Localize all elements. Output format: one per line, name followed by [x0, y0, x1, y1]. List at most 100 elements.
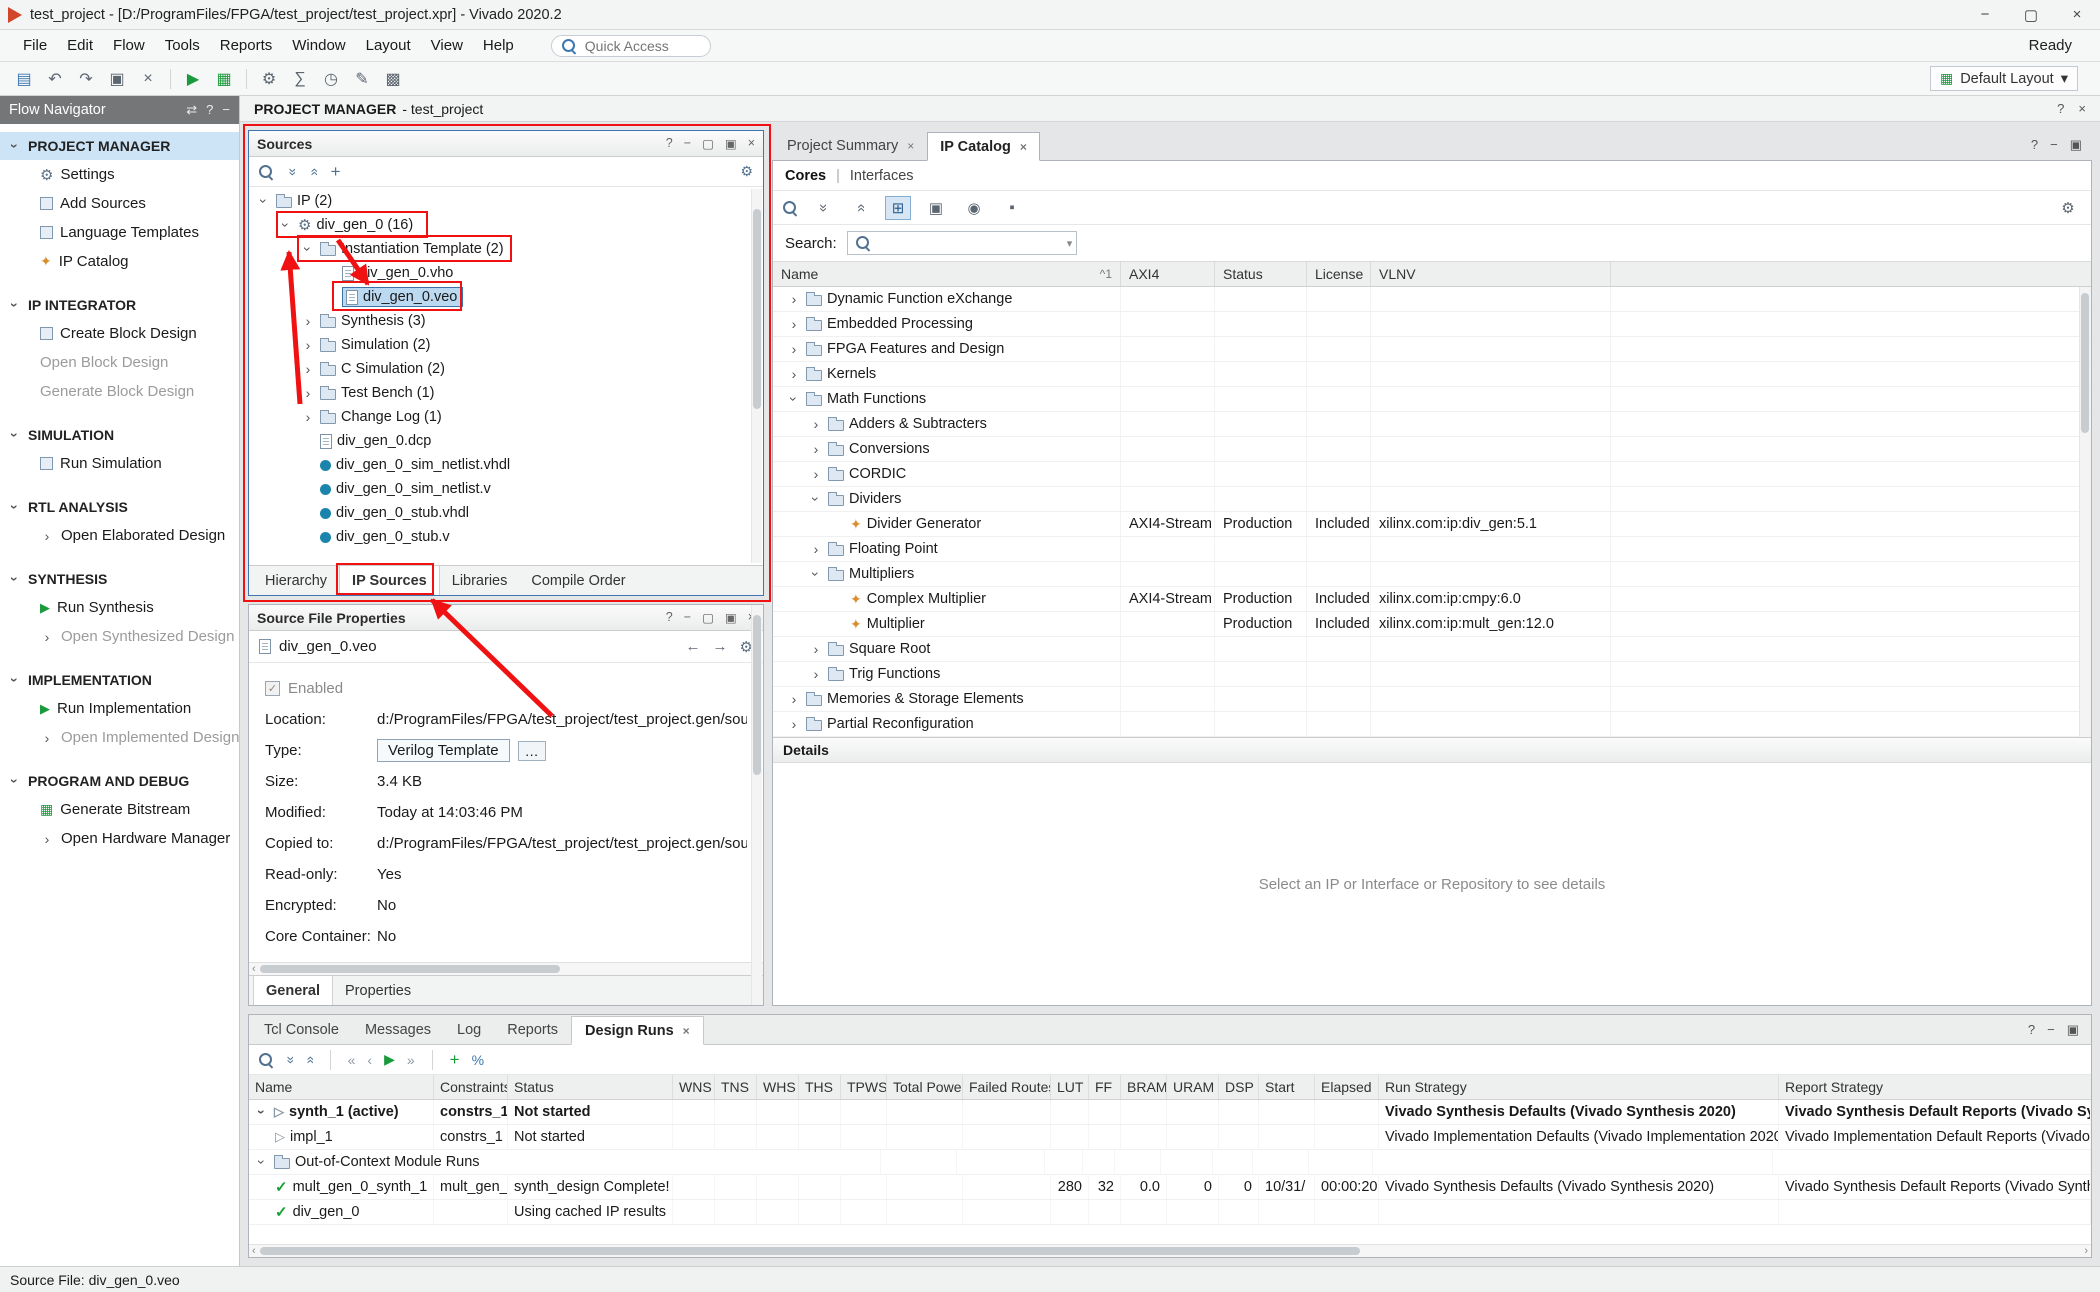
column-header-vlnv[interactable]: VLNV [1371, 262, 1611, 286]
collapse-all-icon[interactable]: « [810, 195, 834, 221]
sum-icon[interactable]: ∑ [286, 66, 314, 92]
sidebar-item-open-synthesized-design[interactable]: › Open Synthesized Design [0, 622, 239, 651]
sidebar-item-open-hardware-manager[interactable]: › Open Hardware Manager [0, 824, 239, 853]
search-icon[interactable] [259, 1053, 273, 1067]
chevron-down-icon[interactable]: › [7, 298, 23, 312]
pattern-icon[interactable]: ▩ [379, 66, 407, 92]
horizontal-scrollbar[interactable]: ‹ › [249, 962, 763, 975]
help-icon[interactable]: ? [2031, 137, 2038, 153]
menu-item-window[interactable]: Window [283, 33, 354, 58]
gear-icon[interactable]: ⚙ [740, 163, 753, 180]
ip-row-kernels[interactable]: ›Kernels [773, 362, 2091, 387]
chevron-down-icon[interactable]: › [786, 392, 802, 406]
search-icon[interactable] [259, 165, 273, 179]
chevron-down-icon[interactable]: › [7, 139, 23, 153]
sidebar-section-simulation[interactable]: › SIMULATION [0, 421, 239, 449]
design-run-row-synth-1[interactable]: ›▷synth_1 (active) constrs_1 Not started… [249, 1100, 2091, 1125]
horizontal-scrollbar[interactable]: ‹ › [249, 1244, 2091, 1257]
tree-item-change-log[interactable]: › Change Log (1) [249, 405, 763, 429]
chevron-right-icon[interactable]: › [787, 291, 801, 307]
run-icon[interactable]: ▶ [384, 1051, 395, 1068]
close-icon[interactable]: × [748, 136, 755, 151]
scrollbar-thumb[interactable] [2081, 293, 2089, 433]
column-header-whs[interactable]: WHS [757, 1075, 799, 1099]
quick-access-box[interactable] [551, 35, 711, 57]
ip-row-conversions[interactable]: ›Conversions [773, 437, 2091, 462]
column-header-tpws[interactable]: TPWS [841, 1075, 887, 1099]
ip-row-complex-multiplier[interactable]: ✦Complex Multiplier AXI4-Stream Producti… [773, 587, 2091, 612]
column-header-uram[interactable]: URAM [1167, 1075, 1219, 1099]
tree-item-div-gen-0-dcp[interactable]: div_gen_0.dcp [249, 429, 763, 453]
column-header-constraints[interactable]: Constraints [434, 1075, 508, 1099]
collapse-all-icon[interactable]: « [283, 168, 299, 176]
tab-log[interactable]: Log [444, 1015, 494, 1044]
menu-item-tools[interactable]: Tools [156, 33, 209, 58]
ip-row-memories-storage[interactable]: ›Memories & Storage Elements [773, 687, 2091, 712]
scroll-left-icon[interactable]: ‹ [252, 1246, 256, 1257]
chevron-right-icon[interactable]: › [809, 541, 823, 557]
sidebar-item-settings[interactable]: ⚙ Settings [0, 160, 239, 189]
vertical-scrollbar[interactable] [2079, 287, 2090, 737]
step-back-icon[interactable]: « [348, 1052, 356, 1068]
settings-gear-icon[interactable]: ⚙ [255, 66, 283, 92]
ip-row-cordic[interactable]: ›CORDIC [773, 462, 2091, 487]
tab-messages[interactable]: Messages [352, 1015, 444, 1044]
selected-file[interactable]: div_gen_0.veo [342, 287, 463, 307]
sidebar-item-generate-block-design[interactable]: Generate Block Design [0, 377, 239, 406]
subtab-interfaces[interactable]: Interfaces [850, 168, 914, 184]
back-icon[interactable]: ← [686, 638, 701, 656]
column-header-status[interactable]: Status [1215, 262, 1307, 286]
ip-search-box[interactable]: ▾ [847, 231, 1077, 255]
chevron-right-icon[interactable]: › [301, 385, 315, 401]
chevron-right-icon[interactable]: › [809, 441, 823, 457]
sidebar-section-program-and-debug[interactable]: › PROGRAM AND DEBUG [0, 767, 239, 795]
tab-design-runs[interactable]: Design Runs × [571, 1016, 704, 1045]
ip-row-floating-point[interactable]: ›Floating Point [773, 537, 2091, 562]
tab-tcl-console[interactable]: Tcl Console [251, 1015, 352, 1044]
chevron-right-icon[interactable]: › [40, 831, 54, 847]
tree-item-test-bench[interactable]: › Test Bench (1) [249, 381, 763, 405]
column-header-elapsed[interactable]: Elapsed [1315, 1075, 1379, 1099]
tab-properties[interactable]: Properties [333, 976, 423, 1005]
delete-icon[interactable]: × [134, 66, 162, 92]
help-icon[interactable]: ? [666, 610, 673, 625]
undo-icon[interactable]: ↶ [41, 66, 69, 92]
tab-ip-catalog[interactable]: IP Catalog × [927, 132, 1040, 161]
column-header-name[interactable]: Name [249, 1075, 434, 1099]
close-icon[interactable]: × [2078, 101, 2086, 116]
float-icon[interactable]: ▣ [2067, 1022, 2079, 1038]
browse-button[interactable]: … [518, 741, 546, 761]
tab-ip-sources[interactable]: IP Sources [339, 566, 440, 595]
maximize-icon[interactable]: ▢ [702, 136, 714, 151]
column-header-total-power[interactable]: Total Power [887, 1075, 963, 1099]
layout-selector[interactable]: ▦ Default Layout ▾ [1930, 66, 2078, 91]
add-icon[interactable]: + [450, 1050, 460, 1070]
ip-row-partial-reconfiguration[interactable]: ›Partial Reconfiguration [773, 712, 2091, 737]
tree-item-synthesis[interactable]: › Synthesis (3) [249, 309, 763, 333]
help-icon[interactable]: ? [206, 102, 213, 118]
column-header-ff[interactable]: FF [1089, 1075, 1121, 1099]
chevron-down-icon[interactable]: › [808, 492, 824, 506]
ip-row-divider-generator[interactable]: ✦Divider Generator AXI4-Stream Productio… [773, 512, 2091, 537]
maximize-icon[interactable]: ▢ [702, 610, 714, 625]
tree-item-div-gen-0-veo[interactable]: div_gen_0.veo [249, 285, 763, 309]
chevron-right-icon[interactable]: › [787, 691, 801, 707]
minimize-icon[interactable]: − [684, 136, 691, 151]
close-icon[interactable]: × [907, 139, 914, 153]
expand-all-icon[interactable]: » [301, 1056, 317, 1064]
close-button[interactable]: × [2054, 0, 2100, 29]
column-header-dsp[interactable]: DSP [1219, 1075, 1259, 1099]
chevron-right-icon[interactable]: › [809, 666, 823, 682]
edit-icon[interactable]: ✎ [348, 66, 376, 92]
tab-reports[interactable]: Reports [494, 1015, 571, 1044]
design-run-row-mult-gen-synth[interactable]: ✓mult_gen_0_synth_1 mult_gen_0 synth_des… [249, 1175, 2091, 1200]
sidebar-item-run-implementation[interactable]: ▶ Run Implementation [0, 694, 239, 723]
ip-row-multipliers[interactable]: ›Multipliers [773, 562, 2091, 587]
design-run-row-div-gen[interactable]: ✓div_gen_0 Using cached IP results [249, 1200, 2091, 1225]
report-icon[interactable]: ▦ [210, 66, 238, 92]
vertical-scrollbar[interactable] [751, 189, 762, 563]
sidebar-item-open-implemented-design[interactable]: › Open Implemented Design [0, 723, 239, 752]
float-icon[interactable]: ▣ [725, 136, 737, 151]
tree-item-div-gen-0-vho[interactable]: div_gen_0.vho [249, 261, 763, 285]
tab-general[interactable]: General [253, 976, 333, 1005]
